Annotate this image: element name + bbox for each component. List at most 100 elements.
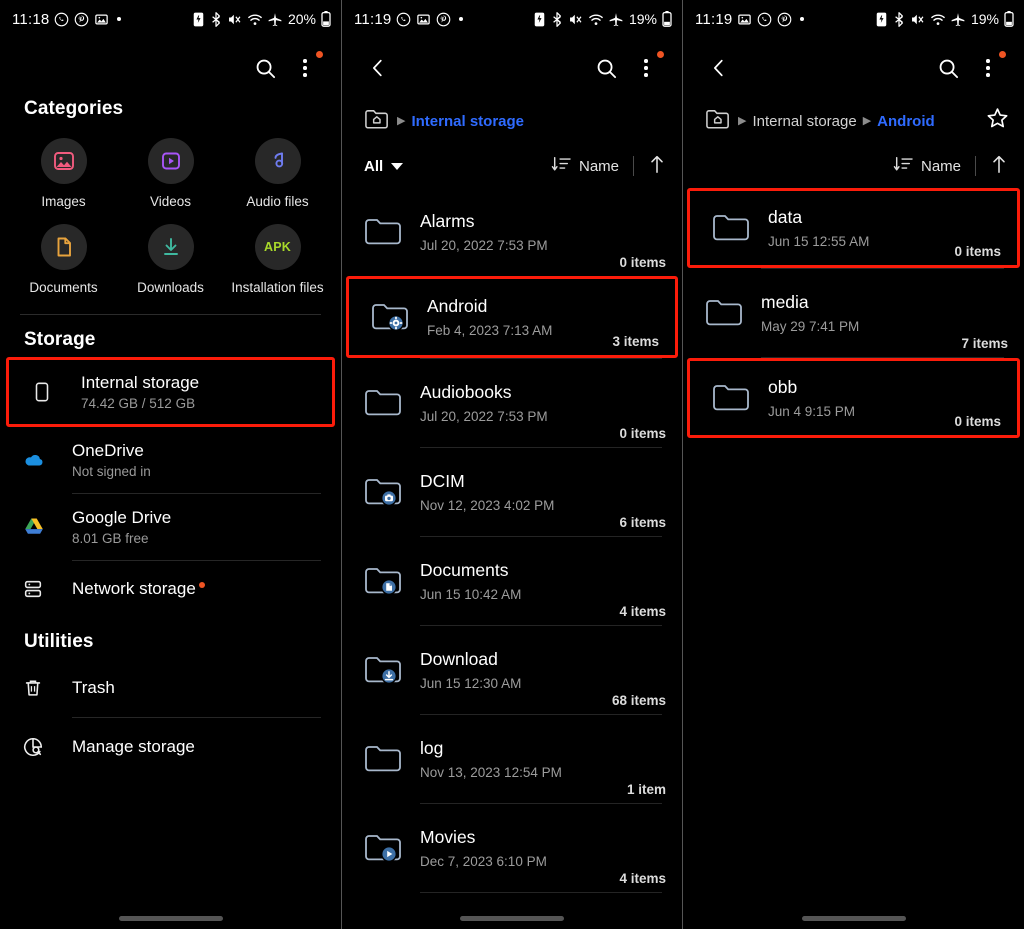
breadcrumb-segment-current[interactable]: Android [877, 113, 935, 130]
search-button[interactable] [928, 48, 968, 88]
battery-percent: 20% [287, 11, 316, 27]
category-label: Installation files [231, 279, 324, 295]
file-count: 4 items [619, 871, 666, 886]
app-bar [342, 38, 682, 98]
category-images[interactable]: Images [10, 138, 117, 210]
favorite-star-icon[interactable] [985, 106, 1010, 136]
file-row-alarms[interactable]: Alarms Jul 20, 2022 7:53 PM 0 items [342, 188, 682, 276]
file-row-android[interactable]: Android Feb 4, 2023 7:13 AM 3 items [346, 276, 678, 358]
sort-direction-button[interactable] [990, 154, 1008, 179]
search-icon [256, 59, 275, 78]
breadcrumb-caret-icon: ▶ [738, 114, 747, 127]
sort-direction-button[interactable] [648, 154, 666, 179]
category-documents[interactable]: Documents [10, 223, 117, 296]
file-count: 6 items [619, 515, 666, 530]
back-button[interactable] [358, 48, 398, 88]
file-name: Audiobooks [420, 382, 512, 403]
storage-item-sub: 8.01 GB free [72, 531, 149, 547]
utilities-item-label: Manage storage [72, 737, 195, 757]
file-row-log[interactable]: log Nov 13, 2023 12:54 PM 1 item [342, 715, 682, 803]
chevron-down-icon [391, 162, 404, 170]
storage-item-google-drive[interactable]: Google Drive 8.01 GB free [0, 494, 341, 560]
search-button[interactable] [586, 48, 626, 88]
storage-item-onedrive[interactable]: OneDrive Not signed in [0, 427, 341, 493]
file-name: Alarms [420, 211, 475, 232]
status-bar: 11:19 19% [683, 0, 1024, 38]
storage-item-network-storage[interactable]: Network storage [0, 561, 341, 617]
more-options-button[interactable] [285, 48, 325, 88]
file-row-movies[interactable]: Movies Dec 7, 2023 6:10 PM 4 items [342, 804, 682, 892]
battery-icon [662, 11, 672, 27]
more-options-button[interactable] [626, 48, 666, 88]
file-name: data [768, 207, 803, 228]
breadcrumb-segment-current[interactable]: Internal storage [411, 113, 524, 130]
filter-label: All [364, 157, 384, 175]
airplane-mode-icon [268, 12, 282, 27]
file-row-download[interactable]: Download Jun 15 12:30 AM 68 items [342, 626, 682, 714]
status-time: 11:19 [695, 10, 733, 28]
home-folder-icon[interactable] [364, 107, 391, 136]
more-options-icon [303, 59, 307, 77]
home-indicator[interactable] [342, 916, 682, 921]
categories-heading: Categories [24, 98, 124, 119]
home-indicator[interactable] [0, 916, 341, 921]
category-downloads[interactable]: Downloads [117, 223, 224, 296]
file-list: data Jun 15 12:55 AM 0 items media May 2… [683, 188, 1024, 438]
airplane-mode-icon [609, 12, 623, 27]
category-label: Documents [29, 279, 98, 295]
file-row-media[interactable]: media May 29 7:41 PM 7 items [683, 269, 1024, 357]
pinterest-icon [436, 12, 451, 27]
more-options-button[interactable] [968, 48, 1008, 88]
category-installation-files[interactable]: APK Installation files [224, 223, 331, 296]
video-icon [147, 138, 194, 184]
file-row-audiobooks[interactable]: Audiobooks Jul 20, 2022 7:53 PM 0 items [342, 359, 682, 447]
folder-icon [705, 297, 751, 329]
file-count: 0 items [619, 255, 666, 270]
file-name: media [761, 292, 809, 313]
sort-bar: All Name [342, 144, 682, 188]
storage-item-internal-storage[interactable]: Internal storage 74.42 GB / 512 GB [6, 356, 335, 427]
home-indicator[interactable] [683, 916, 1024, 921]
sort-icon[interactable] [893, 155, 913, 178]
breadcrumb-segment-internal-storage[interactable]: Internal storage [752, 113, 856, 130]
search-icon [597, 59, 616, 78]
sim-icon [533, 12, 546, 27]
image-icon [40, 138, 87, 184]
category-audio-files[interactable]: Audio files [224, 138, 331, 210]
battery-percent: 19% [628, 11, 657, 27]
onedrive-icon [22, 448, 62, 472]
utilities-heading: Utilities [24, 630, 94, 652]
storage-item-sub: 74.42 GB / 512 GB [81, 396, 196, 412]
sort-icon[interactable] [551, 155, 571, 178]
category-videos[interactable]: Videos [117, 138, 224, 210]
utilities-item-manage-storage[interactable]: Manage storage [0, 718, 341, 776]
sort-by-label[interactable]: Name [921, 158, 961, 175]
file-date: Jun 15 10:42 AM [420, 586, 522, 602]
new-feature-dot-icon [198, 581, 205, 588]
file-row-obb[interactable]: obb Jun 4 9:15 PM 0 items [687, 358, 1020, 438]
mute-icon [910, 12, 925, 27]
folder-icon [364, 387, 410, 419]
search-button[interactable] [245, 48, 285, 88]
divider [975, 156, 976, 176]
filter-dropdown[interactable]: All [364, 157, 404, 175]
utilities-item-trash[interactable]: Trash [0, 659, 341, 717]
file-row-data[interactable]: data Jun 15 12:55 AM 0 items [687, 188, 1020, 268]
home-folder-icon[interactable] [705, 107, 732, 136]
file-row-documents[interactable]: Documents Jun 15 10:42 AM 4 items [342, 537, 682, 625]
sort-by-label[interactable]: Name [579, 158, 619, 175]
download-icon [147, 223, 194, 270]
google-drive-icon [22, 515, 62, 539]
apk-badge-text: APK [264, 239, 291, 254]
file-date: Nov 13, 2023 12:54 PM [420, 764, 562, 780]
update-badge-dot [999, 51, 1006, 58]
category-label: Audio files [246, 194, 309, 209]
wifi-icon [247, 12, 263, 27]
back-icon [714, 59, 723, 77]
file-row-dcim[interactable]: DCIM Nov 12, 2023 4:02 PM 6 items [342, 448, 682, 536]
file-name: Documents [420, 560, 509, 581]
bluetooth-icon [893, 11, 905, 27]
file-list: Alarms Jul 20, 2022 7:53 PM 0 items Andr… [342, 188, 682, 893]
update-badge-dot [657, 51, 664, 58]
back-button[interactable] [699, 48, 739, 88]
